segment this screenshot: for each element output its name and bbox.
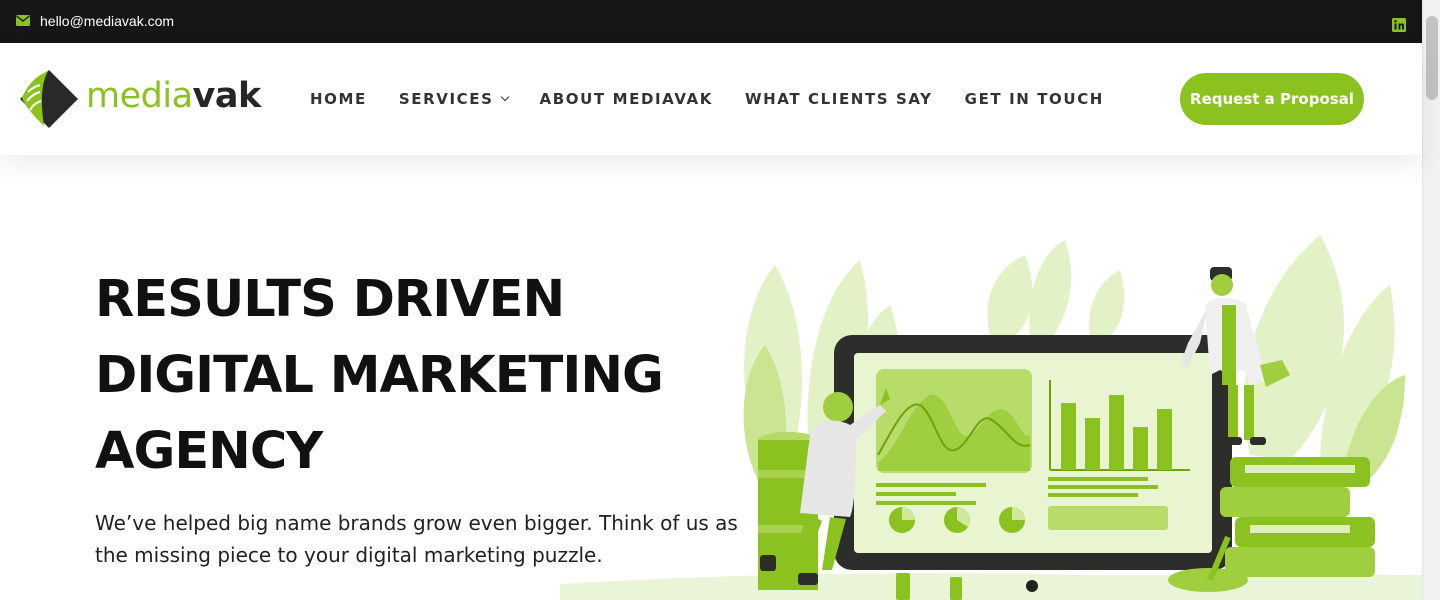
logo-text-vak: vak <box>192 76 262 116</box>
linkedin-icon[interactable] <box>1392 18 1406 32</box>
nav-item-label: ABOUT MEDIAVAK <box>539 90 713 108</box>
nav-item-label: SERVICES <box>398 90 494 108</box>
nav-item-services[interactable]: SERVICES <box>398 90 509 108</box>
logo-mark-icon <box>20 70 78 128</box>
logo-wordmark: mediavak <box>86 76 261 116</box>
hero-illustration <box>560 235 1422 600</box>
scrollbar-thumb[interactable] <box>1426 16 1438 100</box>
nav-item-testimonials[interactable]: WHAT CLIENTS SAY <box>745 90 933 108</box>
nav-item-about[interactable]: ABOUT MEDIAVAK <box>540 90 713 108</box>
page-scrollbar[interactable] <box>1422 0 1440 600</box>
envelope-icon <box>16 15 30 26</box>
request-proposal-button[interactable]: Request a Proposal <box>1180 73 1364 125</box>
nav-item-contact[interactable]: GET IN TOUCH <box>965 90 1104 108</box>
nav-item-label: WHAT CLIENTS SAY <box>745 90 933 108</box>
nav-item-label: GET IN TOUCH <box>964 90 1104 108</box>
mediavak-logo[interactable]: mediavak <box>18 68 278 130</box>
contact-email-link[interactable]: hello@mediavak.com <box>40 13 174 29</box>
nav-item-label: HOME <box>310 90 367 108</box>
logo-text-media: media <box>86 76 193 116</box>
nav-item-home[interactable]: HOME <box>310 90 367 108</box>
chevron-down-icon <box>500 92 509 102</box>
top-bar: hello@mediavak.com <box>0 0 1422 43</box>
site-header: mediavak HOME SERVICES ABOUT MEDIAVAK WH… <box>0 43 1422 155</box>
main-navigation: HOME SERVICES ABOUT MEDIAVAK WHAT CLIENT… <box>310 88 1136 110</box>
